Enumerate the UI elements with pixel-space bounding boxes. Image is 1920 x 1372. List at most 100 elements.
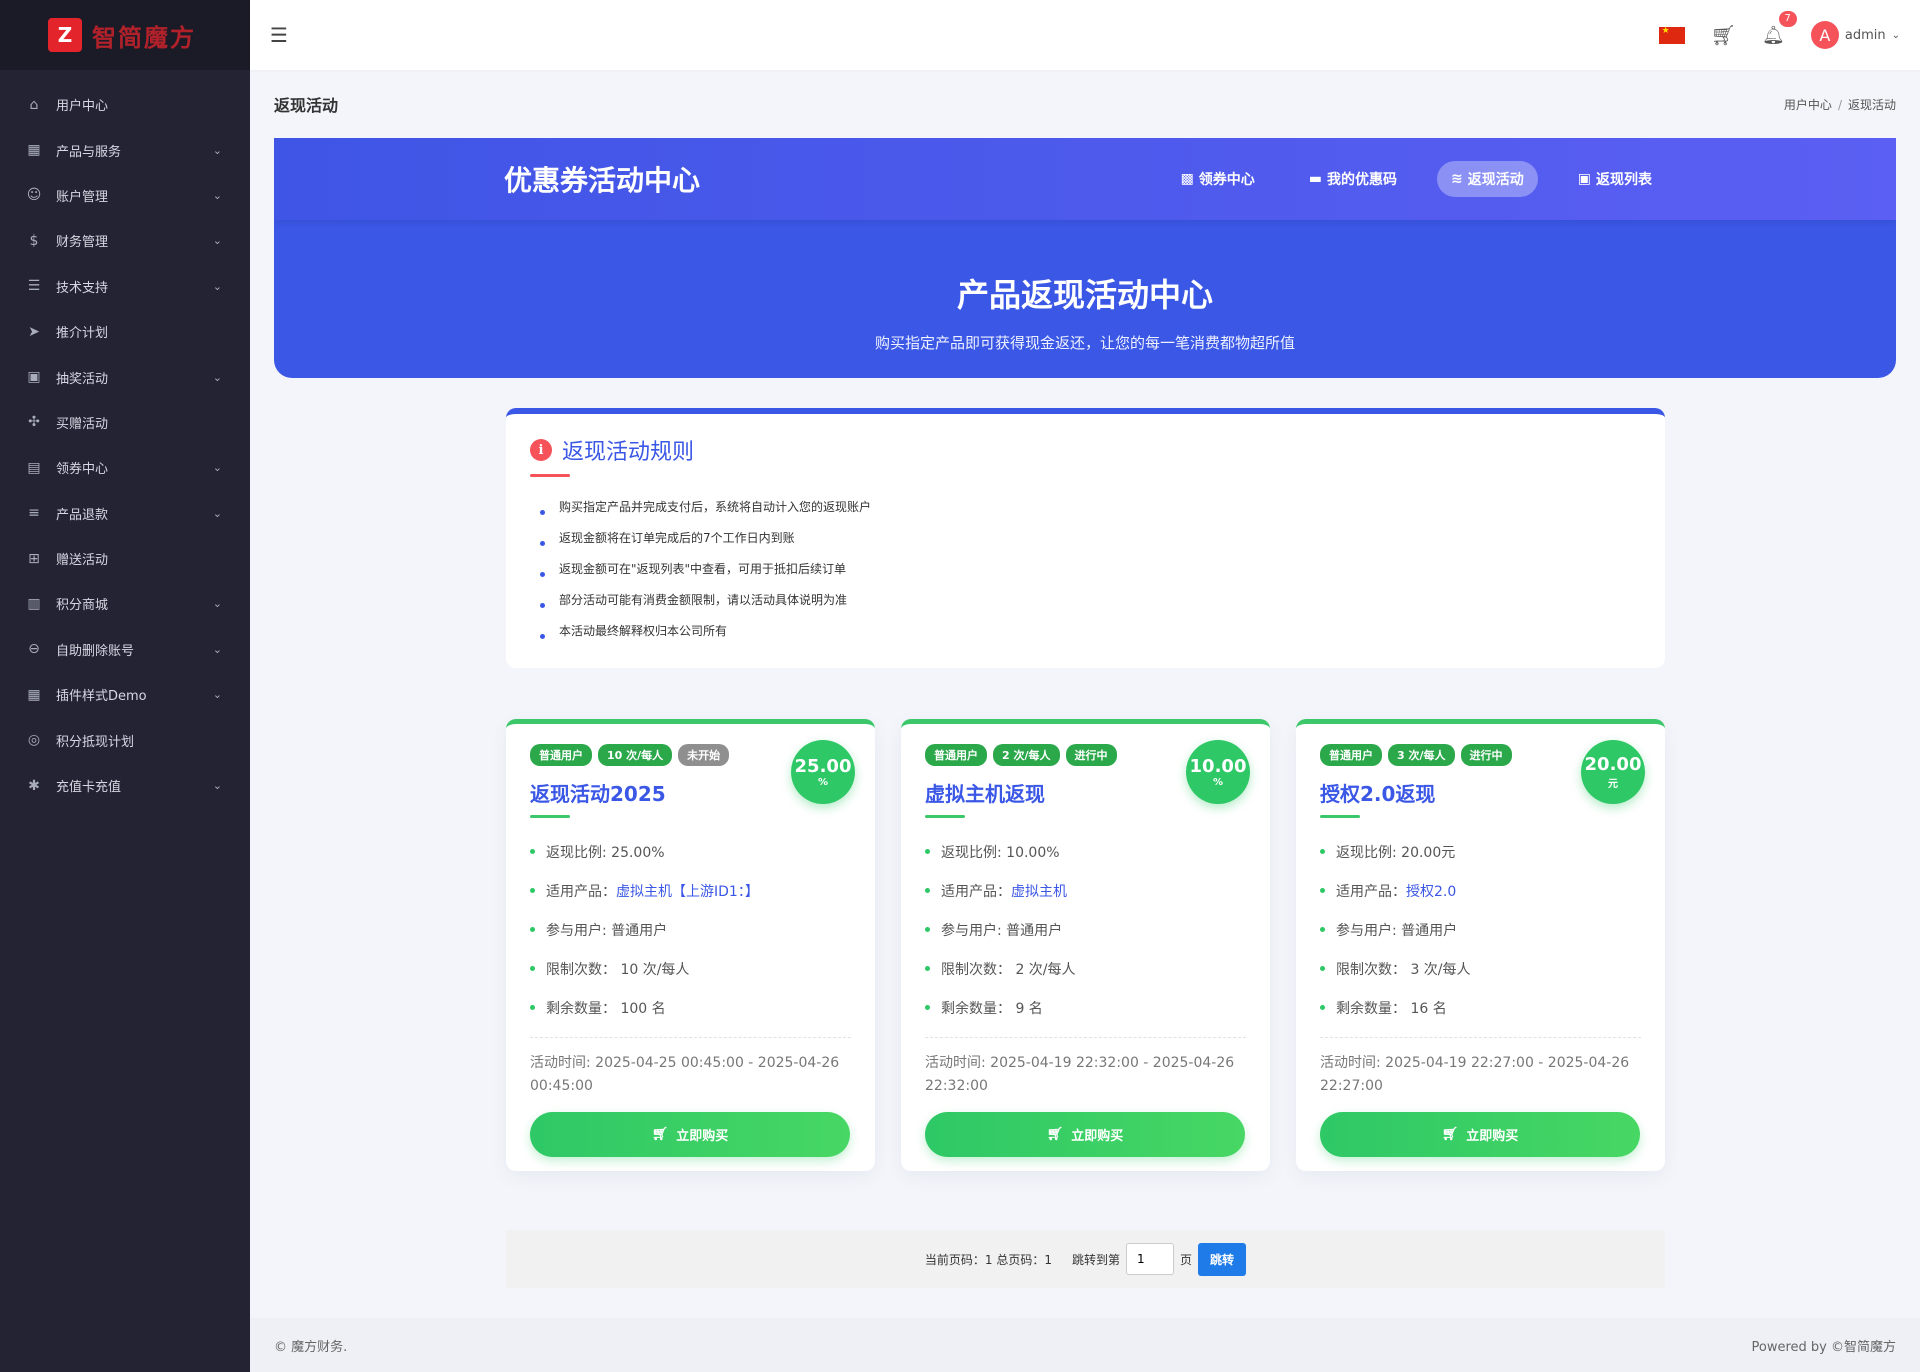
logo[interactable]: Z 智简魔方	[0, 0, 250, 70]
sidebar-item-refund[interactable]: ≡ 产品退款 ⌄	[0, 491, 250, 536]
gift-icon: ▩	[1180, 171, 1194, 187]
chevron-down-icon: ⌄	[212, 642, 222, 656]
asterisk-icon: ✱	[28, 777, 40, 794]
user-menu[interactable]: A admin ⌄	[1810, 21, 1900, 49]
rule-item: 返现金额将在订单完成后的7个工作日内到账	[540, 522, 1641, 553]
logo-text: 智简魔方	[92, 23, 196, 52]
notification-badge: 7	[1778, 10, 1797, 27]
store-icon: ▥	[27, 595, 41, 612]
sidebar-item-support[interactable]: ☰ 技术支持 ⌄	[0, 264, 250, 309]
hero-heading: 产品返现活动中心	[956, 276, 1213, 314]
document-icon: ☰	[27, 278, 41, 295]
divider	[530, 1037, 851, 1038]
topbar-actions: 🛒︎ 🔔︎7 A admin ⌄	[1658, 10, 1900, 49]
calendar-icon: ▤	[27, 459, 41, 476]
cart-icon: 🛒︎	[1441, 1127, 1459, 1142]
sidebar-item-coupon-center[interactable]: ▤ 领券中心 ⌄	[0, 445, 250, 490]
cart-icon[interactable]: 🛒︎	[1711, 23, 1736, 47]
cashback-ratio: 返现比例: 20.00元	[1320, 832, 1641, 871]
target-icon: ◎	[27, 732, 41, 749]
sidebar-item-buy-gift[interactable]: ✣ 买赠活动	[0, 400, 250, 445]
breadcrumb: 用户中心 / 返现活动	[1783, 97, 1896, 112]
limit-count: 限制次数： 2 次/每人	[925, 949, 1246, 988]
title-underline	[925, 815, 965, 818]
tab-cashback-list[interactable]: ▣ 返现列表	[1564, 161, 1666, 197]
minus-circle-icon: ⊖	[28, 641, 40, 658]
chevron-down-icon: ⌄	[212, 279, 222, 293]
username: admin	[1844, 27, 1886, 43]
jump-label: 跳转到第	[1072, 1252, 1121, 1267]
hero-nav: 优惠券活动中心 ▩ 领券中心 ▬ 我的优惠码 ≋ 返现活动 ▣ 返现列表	[274, 138, 1896, 220]
chevron-down-icon: ⌄	[212, 188, 222, 202]
participants: 参与用户: 普通用户	[1320, 910, 1641, 949]
footer-powered: Powered by ©智简魔方	[1751, 1339, 1896, 1355]
page-number-input[interactable]	[1126, 1243, 1175, 1275]
footer: © 魔方财务. Powered by ©智简魔方	[250, 1318, 1920, 1372]
rules-list: 购买指定产品并完成支付后，系统将自动计入您的返现账户 返现金额将在订单完成后的7…	[530, 491, 1641, 646]
cashback-value-circle: 10.00 %	[1186, 740, 1250, 804]
chevron-down-icon: ⌄	[1891, 29, 1900, 41]
tab-cashback[interactable]: ≋ 返现活动	[1437, 161, 1538, 197]
send-icon: ➤	[28, 323, 40, 340]
tab-my-coupons[interactable]: ▬ 我的优惠码	[1295, 161, 1411, 197]
notification-bell-icon[interactable]: 🔔︎ 7	[1762, 10, 1797, 46]
menu-toggle-icon[interactable]: ☰	[270, 23, 288, 47]
grid-icon: ▦	[27, 142, 41, 159]
chevron-down-icon: ⌄	[212, 779, 222, 793]
language-flag-icon[interactable]	[1658, 26, 1685, 44]
remaining-count: 剩余数量： 9 名	[925, 988, 1246, 1027]
coins-icon: ≋	[1451, 171, 1463, 187]
breadcrumb-home[interactable]: 用户中心	[1784, 98, 1832, 112]
sidebar-item-recharge-card[interactable]: ✱ 充值卡充值 ⌄	[0, 763, 250, 808]
hero-subheading: 购买指定产品即可获得现金返还，让您的每一笔消费都物超所值	[874, 334, 1295, 352]
product-link[interactable]: 虚拟主机【上游ID1：】	[616, 881, 759, 901]
cashback-ratio: 返现比例: 10.00%	[925, 832, 1246, 871]
rule-item: 部分活动可能有消费金额限制，请以活动具体说明为准	[540, 584, 1641, 615]
buy-now-button[interactable]: 🛒︎ 立即购买	[1320, 1112, 1640, 1157]
rule-item: 返现金额可在"返现列表"中查看，可用于抵扣后续订单	[540, 553, 1641, 584]
remaining-count: 剩余数量： 100 名	[530, 988, 851, 1027]
limit-count: 限制次数： 10 次/每人	[530, 949, 851, 988]
activity-info: 返现比例: 10.00% 适用产品： 虚拟主机 参与用户: 普通用户 限制次数： …	[925, 832, 1246, 1027]
cashback-value-circle: 20.00 元	[1581, 740, 1645, 804]
product-link[interactable]: 虚拟主机	[1011, 881, 1067, 901]
sidebar-item-points-cash[interactable]: ◎ 积分抵现计划	[0, 717, 250, 762]
user-icon: ☺	[26, 187, 42, 204]
title-underline	[1320, 815, 1360, 818]
home-icon: ⌂	[29, 96, 39, 113]
rules-underline	[530, 474, 570, 477]
hero-tabs: ▩ 领券中心 ▬ 我的优惠码 ≋ 返现活动 ▣ 返现列表	[1167, 161, 1666, 197]
activity-info: 返现比例: 25.00% 适用产品： 虚拟主机【上游ID1：】 参与用户: 普通用…	[530, 832, 851, 1027]
buy-now-button[interactable]: 🛒︎ 立即购买	[925, 1112, 1245, 1157]
tab-coupon-center[interactable]: ▩ 领券中心	[1167, 161, 1269, 197]
activity-time: 活动时间: 2025-04-19 22:27:00 - 2025-04-26 2…	[1320, 1055, 1630, 1094]
money-icon: ▣	[1577, 171, 1591, 187]
sidebar-item-lottery[interactable]: ▣ 抽奖活动 ⌄	[0, 354, 250, 399]
info-icon: i	[530, 439, 552, 461]
product-link[interactable]: 授权2.0	[1406, 881, 1456, 901]
activity-time: 活动时间: 2025-04-25 00:45:00 - 2025-04-26 0…	[530, 1055, 840, 1094]
tag-status: 进行中	[1065, 744, 1117, 766]
sidebar-item-points-mall[interactable]: ▥ 积分商城 ⌄	[0, 581, 250, 626]
sidebar-item-finance[interactable]: $ 财务管理 ⌄	[0, 218, 250, 263]
rule-item: 购买指定产品并完成支付后，系统将自动计入您的返现账户	[540, 491, 1641, 522]
sidebar-item-plugin-demo[interactable]: ▦ 插件样式Demo ⌄	[0, 672, 250, 717]
sidebar-item-delete-account[interactable]: ⊖ 自助删除账号 ⌄	[0, 627, 250, 672]
cashback-value-circle: 25.00 %	[791, 740, 855, 804]
sidebar-item-referral[interactable]: ➤ 推介计划	[0, 309, 250, 354]
tag-status: 未开始	[678, 744, 730, 766]
sidebar-item-products[interactable]: ▦ 产品与服务 ⌄	[0, 127, 250, 172]
sidebar-item-account[interactable]: ☺ 账户管理 ⌄	[0, 173, 250, 218]
sidebar-item-user-center[interactable]: ⌂ 用户中心	[0, 82, 250, 127]
applicable-product: 适用产品： 虚拟主机	[925, 871, 1246, 910]
dollar-icon: $	[29, 232, 39, 249]
sidebar-item-giveaway[interactable]: ⊞ 赠送活动	[0, 536, 250, 581]
divider	[925, 1037, 1246, 1038]
avatar: A	[1810, 21, 1839, 49]
ticket-icon: ▬	[1308, 171, 1323, 187]
buy-now-button[interactable]: 🛒︎ 立即购买	[530, 1112, 850, 1157]
grid-icon: ▦	[27, 686, 41, 703]
jump-button[interactable]: 跳转	[1198, 1242, 1247, 1276]
rules-title: i 返现活动规则	[530, 434, 1641, 466]
page-suffix: 页	[1180, 1252, 1193, 1267]
